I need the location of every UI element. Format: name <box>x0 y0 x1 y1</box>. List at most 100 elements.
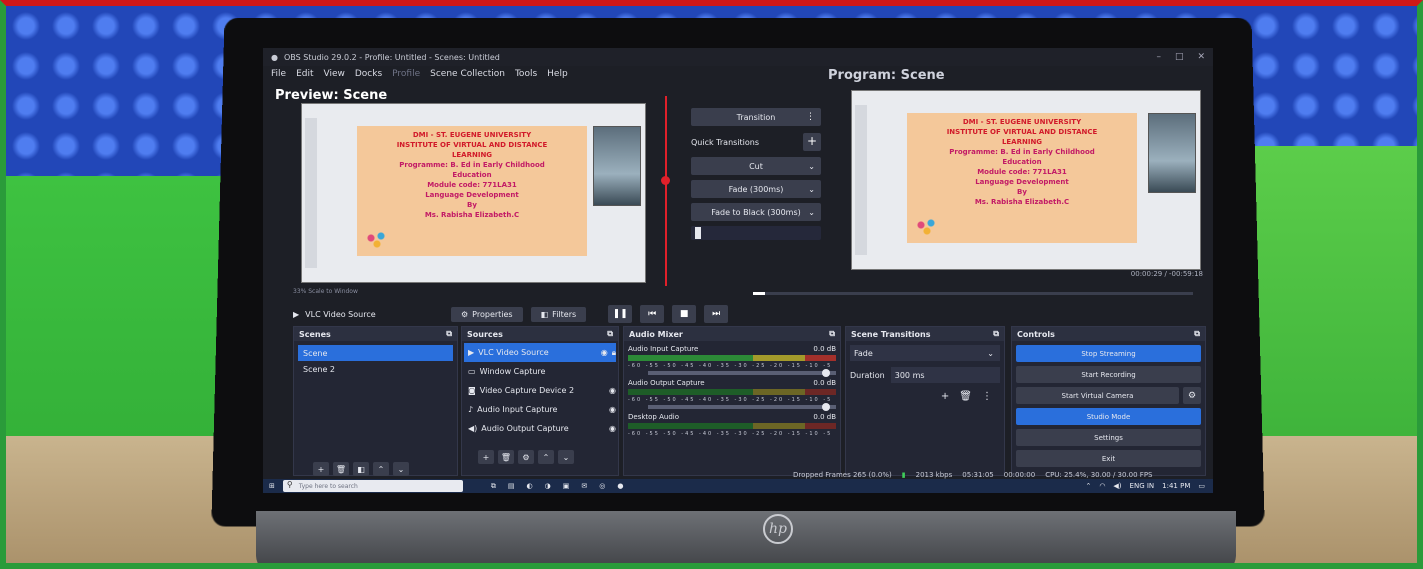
lock-icon[interactable]: 🔒︎ <box>612 348 616 358</box>
source-item[interactable]: ▭ Window Capture <box>464 362 616 381</box>
start-virtual-camera-button[interactable]: Start Virtual Camera <box>1016 387 1179 404</box>
quick-transition-cut[interactable]: Cut ⌄ <box>691 157 821 175</box>
controls-body: Stop Streaming Start Recording Start Vir… <box>1012 341 1205 475</box>
pause-button[interactable]: ❚❚ <box>608 305 633 323</box>
volume-fader[interactable] <box>648 369 836 377</box>
gear-icon[interactable]: ⚙ <box>1183 387 1201 404</box>
notifications-icon[interactable]: ▭ <box>1198 482 1205 490</box>
volume-meter <box>628 355 836 361</box>
start-recording-button[interactable]: Start Recording <box>1016 366 1201 383</box>
program-canvas: DMI - ST. EUGENE UNIVERSITY INSTITUTE OF… <box>851 90 1201 270</box>
pause-icon: ❚❚ <box>612 309 628 319</box>
visibility-eye-icon[interactable]: ◉ <box>609 424 616 433</box>
undock-icon[interactable]: ⧉ <box>829 329 835 339</box>
firefox-icon[interactable]: ◐ <box>527 482 533 491</box>
studio-mode-button[interactable]: Studio Mode <box>1016 408 1201 425</box>
task-view-icon[interactable]: ⧉ <box>491 482 496 491</box>
scale-label[interactable]: 33% Scale to Window <box>293 288 358 295</box>
mail-icon[interactable]: ✉ <box>581 482 587 491</box>
slide-app-toolbar <box>305 118 317 268</box>
source-label: Window Capture <box>479 367 546 376</box>
sources-title: Sources <box>467 329 503 339</box>
close-button[interactable]: ✕ <box>1197 52 1205 62</box>
chrome-icon[interactable]: ◎ <box>599 482 605 491</box>
undock-icon[interactable]: ⧉ <box>993 329 999 339</box>
t-bar-handle[interactable] <box>695 227 701 239</box>
transition-button[interactable]: Transition ⋮ <box>691 108 821 126</box>
taskbar-search[interactable]: Type here to search <box>282 480 463 492</box>
visibility-eye-icon[interactable]: ◉ <box>601 348 608 357</box>
menu-tools[interactable]: Tools <box>515 69 537 79</box>
source-item[interactable]: ▶ VLC Video Source ◉ 🔒︎ <box>464 343 616 362</box>
trash-icon[interactable]: 🗑︎ <box>498 450 514 464</box>
stop-button[interactable]: ■ <box>672 305 697 323</box>
preview-canvas[interactable]: DMI - ST. EUGENE UNIVERSITY INSTITUTE OF… <box>301 103 646 283</box>
minimize-button[interactable]: – <box>1156 52 1161 62</box>
clock[interactable]: 1:41 PM <box>1162 482 1190 490</box>
file-explorer-icon[interactable]: ▤ <box>508 482 515 491</box>
window-title: OBS Studio 29.0.2 - Profile: Untitled - … <box>283 52 500 62</box>
filter-icon[interactable]: ◧ <box>353 462 369 476</box>
next-button[interactable]: ⏭ <box>704 305 729 323</box>
menu-scene-collection[interactable]: Scene Collection <box>430 69 505 79</box>
chevron-up-icon[interactable]: ⌃ <box>373 462 389 476</box>
undock-icon[interactable]: ⧉ <box>607 329 613 339</box>
menu-edit[interactable]: Edit <box>296 69 313 79</box>
scene-item[interactable]: Scene 2 <box>298 361 453 377</box>
volume-icon[interactable]: ◀) <box>1113 482 1121 490</box>
language-indicator[interactable]: ENG IN <box>1130 482 1155 490</box>
filters-button[interactable]: ◧ Filters <box>530 306 587 322</box>
media-seekbar[interactable] <box>753 292 1193 295</box>
windows-start-icon[interactable]: ⊞ <box>269 482 275 490</box>
wifi-icon[interactable]: ◠ <box>1099 482 1105 490</box>
add-icon[interactable]: + <box>941 391 949 402</box>
menu-help[interactable]: Help <box>547 69 568 79</box>
undock-icon[interactable]: ⧉ <box>1194 329 1200 339</box>
trash-icon[interactable]: 🗑︎ <box>959 391 972 402</box>
t-bar-slider[interactable] <box>691 226 821 240</box>
menu-view[interactable]: View <box>324 69 345 79</box>
obs-taskbar-icon[interactable]: ● <box>617 482 623 491</box>
store-icon[interactable]: ▣ <box>563 482 570 491</box>
source-item[interactable]: ♪ Audio Input Capture ◉ <box>464 400 616 419</box>
chevron-up-icon[interactable]: ⌃ <box>1085 482 1091 490</box>
maximize-button[interactable]: □ <box>1175 52 1184 62</box>
add-icon[interactable]: + <box>313 462 329 476</box>
chevron-down-icon[interactable]: ⌄ <box>558 450 574 464</box>
visibility-eye-icon[interactable]: ◉ <box>609 405 616 414</box>
more-options-icon[interactable]: ⋮ <box>806 112 815 122</box>
menu-profile[interactable]: Profile <box>392 69 420 79</box>
quick-transition-fade[interactable]: Fade (300ms) ⌄ <box>691 180 821 198</box>
add-icon[interactable]: + <box>478 450 494 464</box>
trash-icon[interactable]: 🗑︎ <box>333 462 349 476</box>
transition-select[interactable]: Fade ⌄ <box>850 345 1000 361</box>
meter-ticks: -60 -55 -50 -45 -40 -35 -30 -25 -20 -15 … <box>628 363 836 369</box>
gear-icon[interactable]: ⚙ <box>518 450 534 464</box>
properties-button[interactable]: ⚙ Properties <box>451 306 523 322</box>
channel-name: Audio Output Capture <box>628 379 705 387</box>
volume-fader[interactable] <box>648 403 836 411</box>
source-item[interactable]: ◙ Video Capture Device 2 ◉ <box>464 381 616 400</box>
previous-button[interactable]: ⏮ <box>640 305 665 323</box>
undock-icon[interactable]: ⧉ <box>446 329 452 339</box>
stop-streaming-button[interactable]: Stop Streaming <box>1016 345 1201 362</box>
chevron-down-icon[interactable]: ⌄ <box>393 462 409 476</box>
chevron-down-icon: ⌄ <box>987 348 994 358</box>
menu-file[interactable]: File <box>271 69 286 79</box>
channel-header: Audio Input Capture 0.0 dB <box>628 345 836 353</box>
quick-transition-fade-to-black[interactable]: Fade to Black (300ms) ⌄ <box>691 203 821 221</box>
fader-handle[interactable] <box>822 369 830 377</box>
exit-button[interactable]: Exit <box>1016 450 1201 467</box>
fader-handle[interactable] <box>822 403 830 411</box>
source-item[interactable]: ◀) Audio Output Capture ◉ <box>464 419 616 438</box>
chevron-up-icon[interactable]: ⌃ <box>538 450 554 464</box>
menu-docks[interactable]: Docks <box>355 69 382 79</box>
play-icon: ▶ <box>293 309 300 319</box>
more-options-icon[interactable]: ⋮ <box>982 391 992 402</box>
duration-input[interactable]: 300 ms <box>890 367 1000 383</box>
settings-button[interactable]: Settings <box>1016 429 1201 446</box>
add-quick-transition-button[interactable]: + <box>803 133 821 151</box>
visibility-eye-icon[interactable]: ◉ <box>609 386 616 395</box>
edge-icon[interactable]: ◑ <box>545 482 551 491</box>
scene-item[interactable]: Scene <box>298 345 453 361</box>
